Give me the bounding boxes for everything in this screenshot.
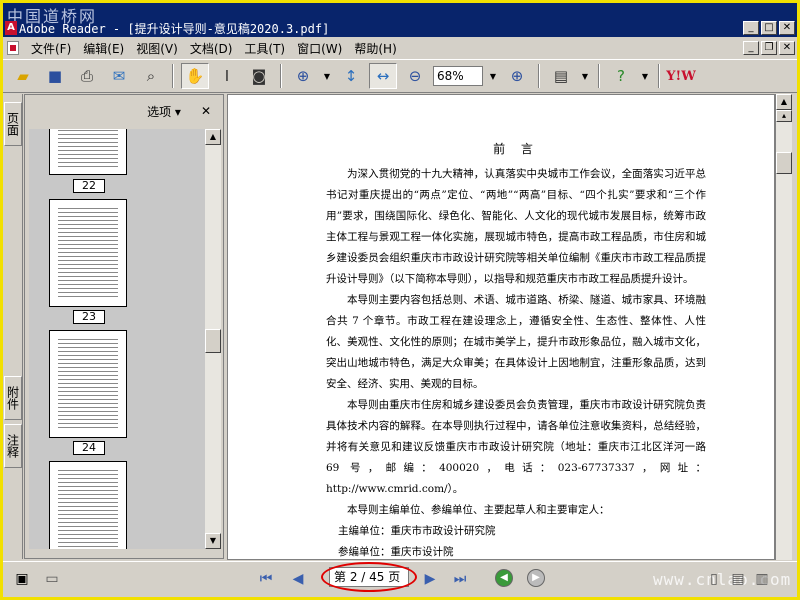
page-thumbnail[interactable]	[49, 461, 127, 549]
yahoo-search-icon[interactable]: Y!W	[666, 63, 696, 89]
snapshot-camera-icon[interactable]: ◙	[245, 63, 273, 89]
menu-tools[interactable]: 工具(T)	[238, 40, 291, 57]
email-icon[interactable]: ✉	[105, 63, 133, 89]
panel-toggle-icon[interactable]: ▣	[11, 568, 33, 590]
open-folder-icon[interactable]: ▰	[9, 63, 37, 89]
doc-scroll-up-icon[interactable]: ▲	[776, 94, 792, 110]
minimize-icon[interactable]: _	[743, 21, 759, 35]
menu-bar: 文件(F) 编辑(E) 视图(V) 文档(D) 工具(T) 窗口(W) 帮助(H…	[3, 37, 797, 59]
thumbnail-page-number: 22	[73, 179, 105, 193]
menu-view[interactable]: 视图(V)	[130, 40, 184, 57]
window-controls: _ □ ✕	[743, 21, 795, 35]
maximize-icon[interactable]: □	[761, 21, 777, 35]
page-thumbnail[interactable]	[49, 129, 127, 175]
search-binoculars-icon[interactable]: ⌕	[137, 63, 165, 89]
tab-attachments[interactable]: 附件	[4, 376, 22, 420]
zoom-in-tool-icon[interactable]: ⊕	[289, 63, 317, 89]
hand-tool-icon[interactable]: ✋	[181, 63, 209, 89]
go-forward-icon[interactable]: ▶	[527, 569, 545, 587]
zoom-tool-dropdown-icon[interactable]: ▼	[321, 72, 333, 81]
tab-comments[interactable]: 注释	[4, 424, 22, 468]
toolbar: ▰ ■ ⎙ ✉ ⌕ ✋ I ◙ ⊕ ▼ ↕ ↔ ⊖ 68% ▼ ⊕ ▤ ▼ ? …	[3, 59, 797, 93]
body-paragraph: 本导则由重庆市住房和城乡建设委员会负责管理，重庆市市政设计研究院负责具体技术内容…	[326, 399, 706, 495]
toolbar-separator	[658, 64, 660, 88]
page-thumbnail[interactable]	[49, 199, 127, 307]
title-bar: 中国道桥网 A Adobe Reader - [提升设计导则-意见稿2020.3…	[3, 3, 797, 37]
zoom-level-dropdown-icon[interactable]: ▼	[487, 72, 499, 81]
save-icon[interactable]: ■	[41, 63, 69, 89]
pages-panel-header: 选项 ▾ ✕	[25, 95, 223, 127]
document-scroll-track[interactable]: ▲ ▴	[776, 94, 792, 560]
thumbnail-page-number: 23	[73, 310, 105, 324]
print-icon[interactable]: ⎙	[73, 63, 101, 89]
toolbar-separator	[598, 64, 600, 88]
scroll-up-icon[interactable]: ▲	[205, 129, 221, 145]
facing-layout-icon[interactable]: ▥	[751, 568, 773, 590]
panel-close-icon[interactable]: ✕	[201, 104, 211, 118]
doc-scrollbar-thumb[interactable]	[776, 152, 792, 174]
go-back-icon[interactable]: ◀	[495, 569, 513, 587]
window-title: Adobe Reader - [提升设计导则-意见稿2020.3.pdf]	[19, 22, 330, 36]
navigation-tabs: 页面 附件 注释	[3, 94, 23, 559]
pdf-page: 前 言 为深入贯彻党的十九大精神，认真落实中央城市工作会议，全面落实习近平总书记…	[236, 95, 774, 559]
zoom-level-input[interactable]: 68%	[433, 66, 483, 86]
zoom-in-icon[interactable]: ⊕	[503, 63, 531, 89]
doc-restore-icon[interactable]: ❐	[761, 41, 777, 55]
next-page-icon[interactable]: ▶	[419, 568, 441, 590]
menu-document[interactable]: 文档(D)	[184, 40, 239, 57]
document-heading: 前 言	[493, 142, 539, 156]
close-icon[interactable]: ✕	[779, 21, 795, 35]
pdf-document-icon[interactable]	[7, 41, 19, 55]
thumbnail-page-number: 24	[73, 441, 105, 455]
thumbnail-scrollbar[interactable]: ▲ ▼	[205, 129, 221, 549]
select-text-icon[interactable]: I	[213, 63, 241, 89]
document-view[interactable]: 前 言 为深入贯彻党的十九大精神，认真落实中央城市工作会议，全面落实习近平总书记…	[227, 94, 775, 560]
first-page-icon[interactable]: ⏮	[255, 568, 277, 590]
pages-panel: 选项 ▾ ✕ 22 23 24 ▲ ▼	[24, 94, 224, 559]
single-page-layout-icon[interactable]: ▯	[703, 568, 725, 590]
tab-pages[interactable]: 页面	[4, 102, 22, 146]
actual-size-icon[interactable]: ↕	[337, 63, 365, 89]
toolbar-separator	[538, 64, 540, 88]
last-page-icon[interactable]: ⏭	[449, 568, 471, 590]
body-paragraph: 为深入贯彻党的十九大精神，认真落实中央城市工作会议，全面落实习近平总书记对重庆提…	[326, 168, 706, 285]
toolbar-separator	[172, 64, 174, 88]
zoom-out-icon[interactable]: ⊖	[401, 63, 429, 89]
menu-file[interactable]: 文件(F)	[25, 40, 77, 57]
menu-edit[interactable]: 编辑(E)	[77, 40, 130, 57]
page-info-icon[interactable]: ▭	[41, 568, 63, 590]
help-icon[interactable]: ?	[607, 63, 635, 89]
status-bar: ▣ ▭ ⏮ ◀ 第 2 / 45 页 ▶ ⏭ ◀ ▶ www.cnlao.com…	[3, 561, 797, 597]
page-layout-icon[interactable]: ▤	[547, 63, 575, 89]
previous-page-icon[interactable]: ◀	[287, 568, 309, 590]
scroll-down-icon[interactable]: ▼	[205, 533, 221, 549]
menu-window[interactable]: 窗口(W)	[291, 40, 348, 57]
body-paragraph: 本导则主要内容包括总则、术语、城市道路、桥梁、隧道、城市家具、环境融合共 7 个…	[326, 294, 706, 390]
co-editor-line: 参编单位：重庆市设计院	[338, 546, 454, 558]
chief-editor-line: 主编单位：重庆市市政设计研究院	[338, 525, 496, 537]
document-scrollbar[interactable]: ▲ ▴	[775, 94, 792, 560]
adobe-reader-icon[interactable]: A	[5, 21, 17, 35]
body-paragraph: 本导则主编单位、参编单位、主要起草人和主要审定人：	[347, 504, 610, 516]
doc-scroll-split-icon[interactable]: ▴	[776, 110, 792, 122]
continuous-layout-icon[interactable]: ▤	[727, 568, 749, 590]
page-content: 前 言 为深入贯彻党的十九大精神，认真落实中央城市工作会议，全面落实习近平总书记…	[326, 139, 706, 559]
doc-close-icon[interactable]: ✕	[779, 41, 795, 55]
thumbnail-list: 22 23 24	[29, 129, 205, 549]
scrollbar-thumb[interactable]	[205, 329, 221, 353]
page-layout-dropdown-icon[interactable]: ▼	[579, 72, 591, 81]
page-thumbnail[interactable]	[49, 330, 127, 438]
toolbar-separator	[280, 64, 282, 88]
highlight-annotation	[321, 562, 417, 592]
menu-help[interactable]: 帮助(H)	[348, 40, 402, 57]
help-dropdown-icon[interactable]: ▼	[639, 72, 651, 81]
fit-width-icon[interactable]: ↔	[369, 63, 397, 89]
document-window-controls: _ ❐ ✕	[743, 41, 795, 55]
application-window: 中国道桥网 A Adobe Reader - [提升设计导则-意见稿2020.3…	[0, 0, 800, 600]
options-menu-button[interactable]: 选项 ▾	[147, 103, 181, 120]
doc-minimize-icon[interactable]: _	[743, 41, 759, 55]
